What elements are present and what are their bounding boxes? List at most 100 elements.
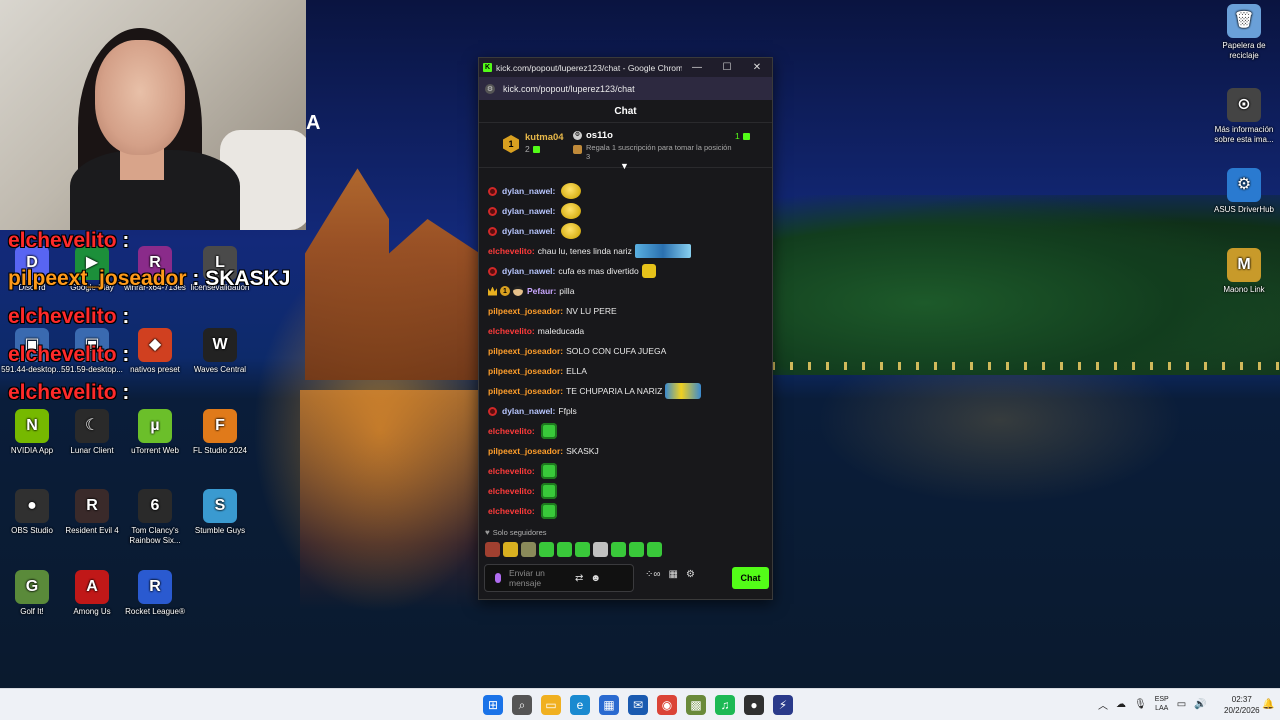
chat-message[interactable]: dylan_nawel: Ffpls bbox=[488, 401, 763, 421]
site-info-icon[interactable]: ⚙ bbox=[485, 83, 495, 94]
chat-message[interactable]: pilpeext_joseador: TE CHUPARIA LA NARIZ bbox=[488, 381, 763, 401]
collapse-leaderboard-icon[interactable]: ▼ bbox=[620, 161, 629, 171]
chat-message[interactable]: pilpeext_joseador: SKASKJ bbox=[488, 441, 763, 461]
chat-input[interactable]: Enviar un mensaje bbox=[509, 568, 569, 588]
hat-badge-icon bbox=[513, 286, 523, 296]
winamp-icon[interactable]: ⚡ bbox=[773, 695, 793, 715]
clock-time: 02:37 bbox=[1231, 695, 1252, 704]
search-icon[interactable]: ⌕ bbox=[512, 695, 532, 715]
desktop-icon[interactable]: R Resident Evil 4 bbox=[56, 489, 128, 536]
chat-username[interactable]: elchevelito: bbox=[488, 486, 535, 496]
maximize-button[interactable]: ☐ bbox=[712, 62, 742, 73]
emote-icon bbox=[634, 244, 691, 258]
edge-icon[interactable]: e bbox=[570, 695, 590, 715]
emote-icon[interactable] bbox=[521, 542, 536, 557]
chat-username[interactable]: dylan_nawel: bbox=[502, 266, 555, 276]
send-chat-button[interactable]: Chat bbox=[732, 567, 769, 589]
chat-username[interactable]: Pefaur: bbox=[527, 286, 556, 296]
chevron-up-icon[interactable]: ︿ bbox=[1098, 697, 1108, 712]
chat-username[interactable]: pilpeext_joseador: bbox=[488, 306, 563, 316]
chat-username[interactable]: pilpeext_joseador: bbox=[488, 346, 563, 356]
desktop-icon[interactable]: S Stumble Guys bbox=[184, 489, 256, 536]
chat-message[interactable]: elchevelito: maleducada bbox=[488, 321, 763, 341]
volume-icon[interactable]: 🔊 bbox=[1194, 699, 1206, 710]
chat-username[interactable]: elchevelito: bbox=[488, 246, 535, 256]
emote-icon[interactable] bbox=[629, 542, 644, 557]
chat-username[interactable]: elchevelito: bbox=[488, 426, 535, 436]
chat-username[interactable]: elchevelito: bbox=[488, 326, 535, 336]
network-icon[interactable]: ▭ bbox=[1177, 699, 1186, 710]
desktop-icon[interactable]: M Maono Link bbox=[1208, 248, 1280, 295]
desktop-icon[interactable]: ☾ Lunar Client bbox=[56, 409, 128, 456]
desktop-icon[interactable]: µ uTorrent Web bbox=[119, 409, 191, 456]
emote-icon[interactable] bbox=[647, 542, 662, 557]
chat-messages[interactable]: dylan_nawel: dylan_nawel: dylan_nawel: elch… bbox=[479, 178, 772, 523]
close-button[interactable]: ✕ bbox=[742, 62, 772, 73]
window-titlebar[interactable]: K kick.com/popout/luperez123/chat - Goog… bbox=[479, 58, 772, 77]
chat-message[interactable]: pilpeext_joseador: NV LU PERE bbox=[488, 301, 763, 321]
emote-icon[interactable] bbox=[503, 542, 518, 557]
desktop-icon[interactable]: 🗑 Papelera de reciclaje bbox=[1208, 4, 1280, 61]
chat-message[interactable]: dylan_nawel: bbox=[488, 181, 763, 201]
obs-taskbar-icon[interactable]: ● bbox=[744, 695, 764, 715]
emoji-icon[interactable]: ☻ bbox=[590, 573, 601, 584]
chat-message[interactable]: elchevelito: bbox=[488, 501, 763, 521]
minimize-button[interactable]: — bbox=[682, 62, 712, 73]
chat-message[interactable]: pilpeext_joseador: SOLO CON CUFA JUEGA bbox=[488, 341, 763, 361]
emote-icon[interactable] bbox=[593, 542, 608, 557]
emote-icon[interactable] bbox=[485, 542, 500, 557]
chat-text: SKASKJ bbox=[566, 446, 599, 456]
outlook-icon[interactable]: ✉ bbox=[628, 695, 648, 715]
chat-message[interactable]: elchevelito: bbox=[488, 421, 763, 441]
chat-message[interactable]: elchevelito: bbox=[488, 481, 763, 501]
store-icon[interactable]: ▦ bbox=[599, 695, 619, 715]
desktop-icon-label: Among Us bbox=[73, 607, 111, 616]
notification-icon[interactable]: 🔔 bbox=[1262, 699, 1274, 710]
translate-icon[interactable]: ⇄ bbox=[575, 573, 583, 584]
start-icon[interactable]: ⊞ bbox=[483, 695, 503, 715]
spotify-icon[interactable]: ♫ bbox=[715, 695, 735, 715]
cloud-icon[interactable]: ☁ bbox=[1116, 699, 1126, 710]
desktop-icon[interactable]: 6 Tom Clancy's Rainbow Six... bbox=[119, 489, 191, 546]
chat-message[interactable]: elchevelito: chau lu, tenes linda nariz bbox=[488, 241, 763, 261]
settings-icon[interactable]: ⚙ bbox=[686, 569, 695, 580]
emote-icon[interactable] bbox=[611, 542, 626, 557]
community-icon[interactable]: ⁘∞ bbox=[645, 569, 661, 580]
chat-message[interactable]: dylan_nawel: cufa es mas divertido bbox=[488, 261, 763, 281]
chat-message[interactable]: elchevelito: bbox=[488, 461, 763, 481]
chat-username[interactable]: elchevelito: bbox=[488, 466, 535, 476]
emote-icon[interactable] bbox=[557, 542, 572, 557]
file-explorer-icon[interactable]: ▭ bbox=[541, 695, 561, 715]
minecraft-icon[interactable]: ▩ bbox=[686, 695, 706, 715]
desktop-icon[interactable]: ⊙ Más información sobre esta ima... bbox=[1208, 88, 1280, 145]
language-indicator[interactable]: ESP LAA bbox=[1155, 695, 1169, 713]
emote-icon[interactable] bbox=[539, 542, 554, 557]
chat-username[interactable]: dylan_nawel: bbox=[502, 206, 555, 216]
chat-username[interactable]: dylan_nawel: bbox=[502, 406, 555, 416]
chat-username[interactable]: elchevelito: bbox=[488, 506, 535, 516]
chat-message[interactable]: dylan_nawel: bbox=[488, 221, 763, 241]
chat-username[interactable]: dylan_nawel: bbox=[502, 226, 555, 236]
rank-badge-icon: 1 bbox=[503, 135, 519, 153]
emote-icon[interactable] bbox=[575, 542, 590, 557]
chat-username[interactable]: pilpeext_joseador: bbox=[488, 386, 563, 396]
chat-composer[interactable]: Enviar un mensaje ⇄ ☻ bbox=[484, 564, 634, 592]
leaderboard-top-user[interactable]: kutma04 bbox=[525, 132, 564, 143]
chat-message[interactable]: pilpeext_joseador: ELLA bbox=[488, 361, 763, 381]
desktop-icon[interactable]: ⚙ ASUS DriverHub bbox=[1208, 168, 1280, 215]
chrome-icon[interactable]: ◉ bbox=[657, 695, 677, 715]
chat-username[interactable]: dylan_nawel: bbox=[502, 186, 555, 196]
store-icon[interactable]: ▦ bbox=[669, 569, 678, 580]
microphone-tray-icon[interactable]: 🎙 bbox=[1134, 699, 1147, 710]
chat-username[interactable]: pilpeext_joseador: bbox=[488, 446, 563, 456]
desktop-icon[interactable]: F FL Studio 2024 bbox=[184, 409, 256, 456]
desktop-icon[interactable]: A Among Us bbox=[56, 570, 128, 617]
address-bar[interactable]: ⚙ kick.com/popout/luperez123/chat bbox=[479, 77, 772, 100]
chat-message[interactable]: dylan_nawel: bbox=[488, 201, 763, 221]
desktop-icon[interactable]: R Rocket League® bbox=[119, 570, 191, 617]
chat-message[interactable]: 1 Pefaur: pilla bbox=[488, 281, 763, 301]
chat-username[interactable]: pilpeext_joseador: bbox=[488, 366, 563, 376]
leaderboard-second-user[interactable]: ⚙ os11o bbox=[573, 130, 613, 141]
clock[interactable]: 02:37 20/2/2026 bbox=[1224, 694, 1260, 716]
microphone-icon[interactable] bbox=[495, 573, 501, 583]
